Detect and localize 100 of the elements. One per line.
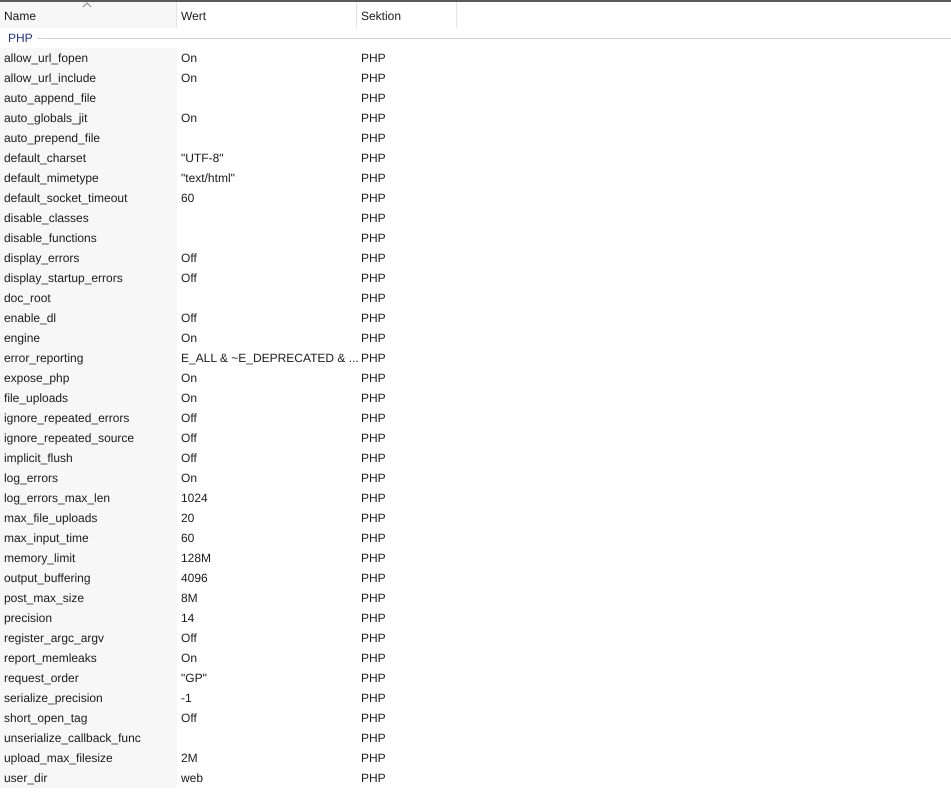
table-cell-text: Off [181,450,197,467]
table-cell-text: On [181,70,198,87]
table-cell-text: enable_dl [4,310,56,327]
table-cell-text: Off [181,710,197,727]
table-cell-text: PHP [361,450,386,467]
table-cell-text: On [181,650,198,667]
table-cell-text: PHP [361,670,386,687]
table-cell-text: Off [181,410,197,427]
table-cell-text: On [181,370,198,387]
table-cell-text: 4096 [181,570,208,587]
table-cell-text: auto_append_file [4,90,96,107]
table-cell-text: On [181,470,198,487]
table-cell-text: PHP [361,630,386,647]
table-cell-text: PHP [361,150,386,167]
table-cell-text: post_max_size [4,590,84,607]
table-cell-text: PHP [361,770,386,787]
table-cell-text: log_errors [4,470,58,487]
table-cell-text: PHP [361,490,386,507]
table-cell-text: default_charset [4,150,86,167]
table-cell-text: 60 [181,190,194,207]
table-cell-text: "text/html" [181,170,235,187]
table-cell-text: log_errors_max_len [4,490,110,507]
table-cell-text: PHP [361,410,386,427]
table-cell-text: 14 [181,610,194,627]
table-cell-text: PHP [361,290,386,307]
table-cell-text: doc_root [4,290,51,307]
table-cell-text: PHP [361,110,386,127]
table-cell-text: disable_classes [4,210,89,227]
table-cell-text: "UTF-8" [181,150,224,167]
table-cell-text: PHP [361,750,386,767]
table-cell-text: PHP [361,330,386,347]
table-cell-text: 128M [181,550,212,567]
table-cell-text: 1024 [181,490,208,507]
table-cell-text: Off [181,310,197,327]
table-cell-text: PHP [361,90,386,107]
table-cell-text: E_ALL & ~E_DEPRECATED & ... [181,350,359,367]
table-cell-text: output_buffering [4,570,91,587]
table-cell-text: Off [181,270,197,287]
table-cell-text: unserialize_callback_func [4,730,141,747]
table-cell-text: precision [4,610,52,627]
table-cell-text: PHP [361,70,386,87]
table-cell-text: On [181,330,198,347]
table-cell-text: display_startup_errors [4,270,123,287]
table-cell-text: report_memleaks [4,650,97,667]
table-cell-text: PHP [361,690,386,707]
table-cell-text: On [181,390,198,407]
table-cell-text: implicit_flush [4,450,73,467]
table-cell-text: PHP [361,710,386,727]
table-cell-text: auto_prepend_file [4,130,100,147]
table-cell-text: PHP [361,270,386,287]
table-cell-text: 20 [181,510,194,527]
table-cell-text: PHP [361,570,386,587]
table-cell-text: web [181,770,204,787]
table-cell-text: max_file_uploads [4,510,98,527]
table-cell-text: user_dir [4,770,48,787]
table-cell-text: PHP [361,250,386,267]
table-cell-text: default_socket_timeout [4,190,128,207]
group-header[interactable]: PHP [8,29,37,47]
table-cell-text: ignore_repeated_source [4,430,134,447]
table-cell-text: PHP [361,50,386,67]
table-cell-text: PHP [361,590,386,607]
table-cell-text: -1 [181,690,192,707]
column-header[interactable]: Name [0,2,177,28]
table-cell-text: auto_globals_jit [4,110,88,127]
table-cell-text: PHP [361,230,386,247]
table-cell-text: PHP [361,470,386,487]
table-cell-text: Off [181,630,197,647]
table-cell-text: Off [181,250,197,267]
table-cell-text: file_uploads [4,390,68,407]
table-cell-text: PHP [361,350,386,367]
table-cell-text: PHP [361,170,386,187]
table-cell-text: Off [181,430,197,447]
table-cell-text: PHP [361,190,386,207]
table-cell-text: allow_url_include [4,70,96,87]
table-cell-text: display_errors [4,250,80,267]
table-cell-text: 2M [181,750,198,767]
table-cell-text: PHP [361,650,386,667]
table-cell-text: allow_url_fopen [4,50,88,67]
table-cell-text: PHP [361,550,386,567]
table-cell-text: PHP [361,390,386,407]
table-cell-text: PHP [361,370,386,387]
table-cell-text: serialize_precision [4,690,103,707]
table-cell-text: disable_functions [4,230,97,247]
table-cell-text: 60 [181,530,194,547]
table-cell-text: 8M [181,590,198,607]
table-cell-text: max_input_time [4,530,89,547]
table-cell-text: PHP [361,530,386,547]
table-cell-text: PHP [361,130,386,147]
table-cell-text: "GP" [181,670,207,687]
table-cell-text: upload_max_filesize [4,750,113,767]
table-cell-text: PHP [361,430,386,447]
table-cell-text: default_mimetype [4,170,99,187]
table-cell-text: PHP [361,210,386,227]
table-cell-text: On [181,50,198,67]
table-cell-text: On [181,110,198,127]
table-cell-text: request_order [4,670,79,687]
sort-ascending-icon [82,2,92,8]
table-cell-text: error_reporting [4,350,84,367]
table-cell-text: ignore_repeated_errors [4,410,130,427]
table-cell-text: PHP [361,510,386,527]
